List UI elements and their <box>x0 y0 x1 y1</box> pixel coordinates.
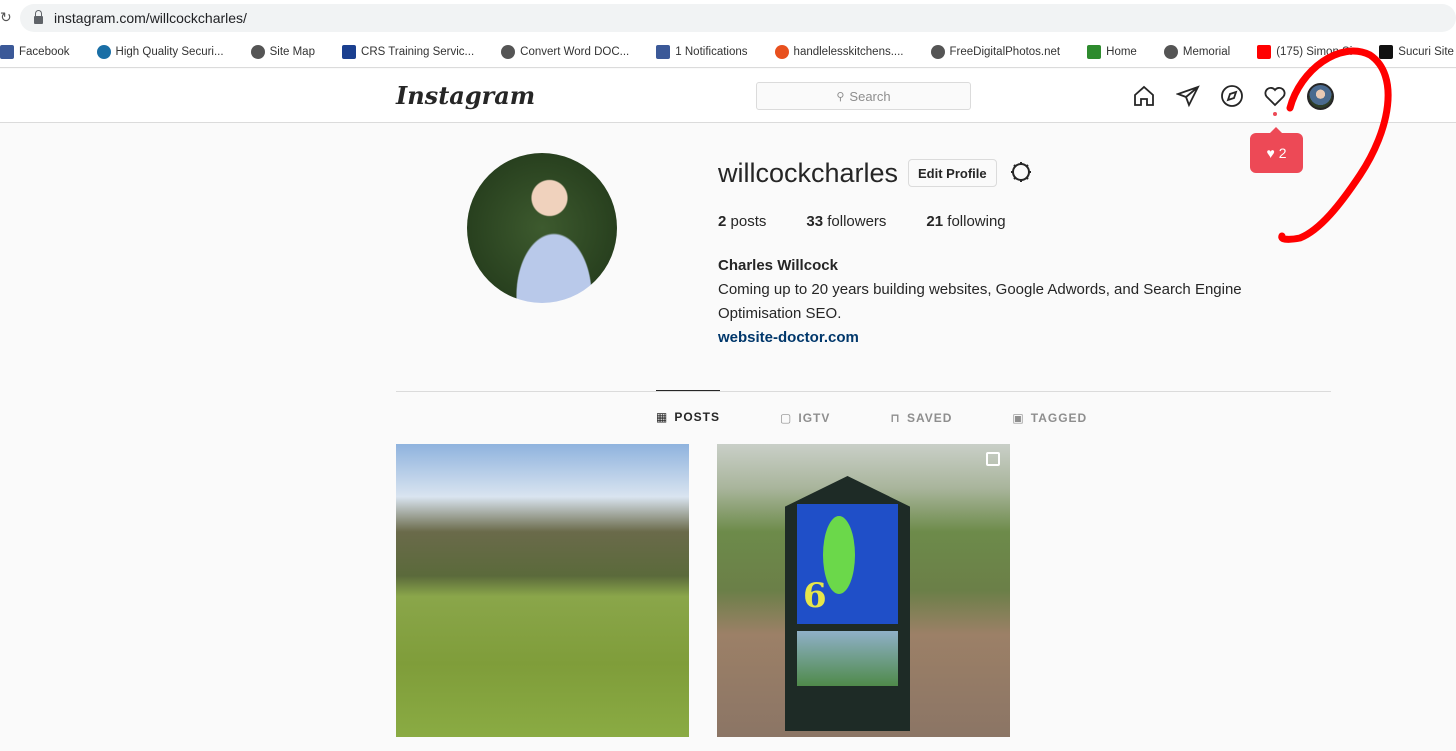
facebook-icon <box>656 44 671 59</box>
bookmark-item[interactable]: CRS Training Servic... <box>342 44 475 59</box>
bookmark-icon: ⊓ <box>890 410 901 425</box>
globe-icon <box>250 44 265 59</box>
direct-message-icon[interactable] <box>1176 84 1200 108</box>
bookmark-label: Convert Word DOC... <box>520 45 630 58</box>
instagram-nav: Instagram ⚲ Search <box>0 69 1456 123</box>
bookmark-label: (175) Simon Si <box>1276 45 1353 58</box>
likes-notification-popup[interactable]: ♥ 2 <box>1250 127 1303 173</box>
pulse-icon <box>774 44 789 59</box>
bookmark-label: Home <box>1106 45 1137 58</box>
posts-count: 2 posts <box>718 213 767 230</box>
url-text: instagram.com/willcockcharles/ <box>54 10 247 26</box>
profile-tabs: ▦ POSTS ▢ IGTV ⊓ SAVED ▣ TAGGED <box>656 390 1087 444</box>
tab-igtv[interactable]: ▢ IGTV <box>780 391 830 444</box>
website-link[interactable]: website-doctor.com <box>718 326 1298 350</box>
post-thumbnail[interactable]: 6 <box>717 444 1010 737</box>
full-name: Charles Willcock <box>718 257 838 274</box>
profile-avatar-button[interactable] <box>1307 83 1334 110</box>
notification-dot <box>1273 112 1277 116</box>
bookmark-item[interactable]: 1 Notifications <box>656 44 748 59</box>
bookmark-label: Sucuri Site <box>1398 45 1454 58</box>
bookmarks-bar: Facebook High Quality Securi... Site Map CR… <box>0 36 1456 68</box>
bookmark-label: Facebook <box>19 45 70 58</box>
carousel-icon <box>986 452 1000 466</box>
sucuri-icon <box>1379 44 1394 59</box>
activity-heart-icon[interactable] <box>1263 84 1287 108</box>
tab-saved[interactable]: ⊓ SAVED <box>890 391 952 444</box>
instagram-logo[interactable]: Instagram <box>396 81 535 110</box>
bookmark-label: Memorial <box>1182 45 1231 58</box>
bookmark-label: Site Map <box>269 45 315 58</box>
globe-icon <box>1163 44 1178 59</box>
bookmark-item[interactable]: handlelesskitchens.... <box>774 44 904 59</box>
tab-posts[interactable]: ▦ POSTS <box>656 390 721 443</box>
bio: Charles Willcock Coming up to 20 years b… <box>718 254 1298 350</box>
tagged-icon: ▣ <box>1012 410 1025 425</box>
globe-icon <box>501 44 516 59</box>
ir-icon <box>96 44 111 59</box>
address-bar-area: ↻ instagram.com/willcockcharles/ <box>0 0 1456 36</box>
username: willcockcharles <box>718 158 899 188</box>
bookmark-label: handlelesskitchens.... <box>793 45 904 58</box>
youtube-icon <box>1257 44 1272 59</box>
search-icon: ⚲ <box>836 90 845 103</box>
edit-profile-button[interactable]: Edit Profile <box>908 159 997 187</box>
profile-picture[interactable] <box>467 153 617 303</box>
following-link[interactable]: 21 following <box>926 213 1005 230</box>
grid-icon: ▦ <box>656 410 669 424</box>
bookmark-label: FreeDigitalPhotos.net <box>949 45 1061 58</box>
url-field[interactable]: instagram.com/willcockcharles/ <box>20 4 1456 32</box>
bookmark-label: 1 Notifications <box>675 45 748 58</box>
crs-icon <box>342 44 357 59</box>
bookmark-item[interactable]: Convert Word DOC... <box>501 44 630 59</box>
heart-icon: ♥ <box>1266 145 1275 161</box>
bookmark-label: High Quality Securi... <box>115 45 224 58</box>
notification-count: 2 <box>1278 145 1287 161</box>
home-icon[interactable] <box>1132 84 1156 108</box>
search-input[interactable]: ⚲ Search <box>756 82 971 110</box>
globe-icon <box>930 44 945 59</box>
settings-gear-icon[interactable] <box>1009 160 1033 184</box>
profile-stats: 2 posts 33 followers 21 following <box>718 213 1006 230</box>
bookmark-item[interactable]: FreeDigitalPhotos.net <box>930 44 1061 59</box>
tab-tagged[interactable]: ▣ TAGGED <box>1012 391 1087 444</box>
bookmark-item[interactable]: High Quality Securi... <box>96 44 224 59</box>
bookmark-item[interactable]: Facebook <box>0 44 70 59</box>
bookmark-item[interactable]: Sucuri Site <box>1379 44 1454 59</box>
bookmark-item[interactable]: (175) Simon Si <box>1257 44 1353 59</box>
explore-icon[interactable] <box>1220 84 1244 108</box>
reload-icon[interactable]: ↻ <box>0 9 12 26</box>
igtv-icon: ▢ <box>780 410 793 425</box>
bio-text: Coming up to 20 years building websites,… <box>718 281 1242 322</box>
facebook-icon <box>0 44 14 59</box>
lock-icon <box>34 10 43 24</box>
bookmark-item[interactable]: Home <box>1087 44 1137 59</box>
search-placeholder: Search <box>849 88 891 104</box>
bookmark-item[interactable]: Memorial <box>1163 44 1231 59</box>
tree-icon <box>1087 44 1102 59</box>
bookmark-label: CRS Training Servic... <box>361 45 475 58</box>
hole-sign-image: 6 <box>785 476 910 731</box>
bookmark-item[interactable]: Site Map <box>250 44 315 59</box>
post-thumbnail[interactable] <box>396 444 689 737</box>
followers-link[interactable]: 33 followers <box>806 213 886 230</box>
